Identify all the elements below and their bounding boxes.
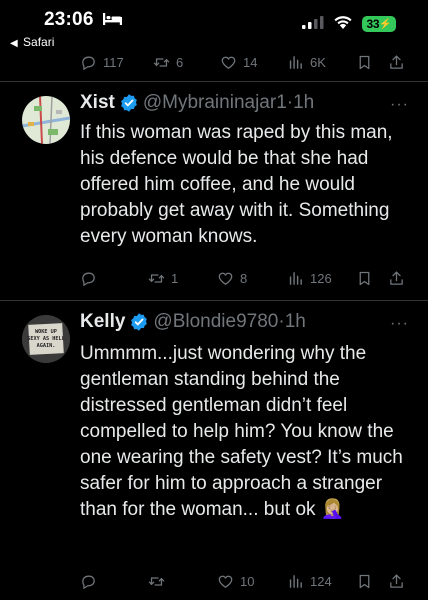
views-icon [289, 55, 302, 69]
retweet-count: 6 [176, 54, 184, 70]
reply-button[interactable] [80, 571, 103, 591]
avatar[interactable]: WOKE UP SEXY AS HELL AGAIN. [22, 315, 70, 363]
more-options-icon[interactable]: ··· [390, 315, 409, 333]
status-bar: 23:06 ◀ Safari 33 ⚡ [0, 0, 428, 52]
tweet-header: Xist @Mybraininajar1 · 1h [80, 92, 314, 114]
retweet-button[interactable] [148, 571, 171, 591]
battery-level: 33 [366, 17, 380, 31]
avatar-image: WOKE UP SEXY AS HELL AGAIN. [22, 315, 70, 363]
battery-indicator: 33 ⚡ [362, 16, 396, 32]
tweet-xist[interactable]: Xist @Mybraininajar1 · 1h ··· If this woma… [0, 82, 428, 300]
share-button[interactable] [388, 52, 411, 72]
tweet-text: Ummmm...just wondering why the gentleman… [80, 343, 403, 520]
bookmark-icon [359, 55, 370, 69]
previous-tweet-actions: 117 6 14 6K [80, 52, 410, 72]
tweet-kelly[interactable]: WOKE UP SEXY AS HELL AGAIN. Kelly @Blond… [0, 301, 428, 600]
views-count: 6K [310, 54, 326, 70]
back-to-app-link[interactable]: ◀ Safari [10, 35, 54, 49]
avatar[interactable] [22, 96, 70, 144]
views-count: 126 [310, 270, 332, 286]
signal-icon [302, 16, 324, 29]
clock: 23:06 [44, 9, 94, 30]
tweet-text: If this woman was raped by this man, his… [80, 122, 393, 247]
back-app-label: Safari [23, 35, 55, 49]
like-button[interactable]: 10 [217, 571, 254, 591]
bookmark-button[interactable] [356, 268, 379, 288]
handle[interactable]: @Blondie9780 [153, 311, 278, 333]
views-button[interactable]: 6K [287, 52, 326, 72]
views-icon [289, 574, 302, 588]
views-icon [289, 271, 302, 285]
tweet-actions: 1 8 126 [80, 268, 410, 288]
share-icon [390, 573, 403, 588]
avatar-text-line-2: SEXY AS HELL [27, 336, 64, 342]
display-name[interactable]: Kelly [80, 311, 125, 333]
display-name[interactable]: Xist [80, 92, 115, 114]
heart-icon [218, 272, 233, 285]
like-count: 8 [240, 270, 248, 286]
reply-count: 117 [103, 54, 124, 70]
retweet-icon [148, 273, 165, 283]
reply-button[interactable]: 117 [80, 52, 124, 72]
wifi-icon [334, 16, 352, 29]
avatar-text-line-3: AGAIN. [37, 343, 56, 349]
heart-icon [218, 575, 233, 588]
bookmark-button[interactable] [356, 571, 379, 591]
verified-badge-icon [121, 94, 137, 112]
bookmark-icon [359, 271, 370, 285]
retweet-button[interactable]: 6 [153, 52, 183, 72]
views-button[interactable]: 124 [287, 571, 332, 591]
heart-icon [221, 56, 236, 69]
views-button[interactable]: 126 [287, 268, 332, 288]
share-icon [390, 54, 403, 69]
share-button[interactable] [388, 571, 411, 591]
reply-icon [82, 56, 95, 70]
bookmark-icon [359, 574, 370, 588]
reply-icon [82, 575, 95, 589]
handle[interactable]: @Mybraininajar1 [143, 92, 287, 114]
verified-badge-icon [131, 313, 148, 331]
timestamp[interactable]: 1h [285, 311, 306, 333]
avatar-map-image [22, 96, 70, 144]
share-icon [390, 270, 403, 285]
retweet-button[interactable]: 1 [148, 268, 178, 288]
reply-icon [82, 272, 95, 286]
retweet-icon [153, 57, 170, 67]
timestamp[interactable]: 1h [293, 92, 314, 114]
reply-button[interactable] [80, 268, 103, 288]
retweet-count: 1 [171, 270, 179, 286]
avatar-text-line-1: WOKE UP [35, 329, 57, 335]
more-options-icon[interactable]: ··· [390, 96, 409, 114]
like-count: 10 [240, 573, 255, 589]
like-count: 14 [243, 54, 258, 70]
back-arrow-icon: ◀ [10, 38, 18, 49]
tweet-header: Kelly @Blondie9780 · 1h [80, 311, 306, 333]
bookmark-button[interactable] [356, 52, 379, 72]
like-button[interactable]: 14 [220, 52, 257, 72]
retweet-icon [148, 576, 165, 586]
views-count: 124 [310, 573, 332, 589]
like-button[interactable]: 8 [217, 268, 247, 288]
share-button[interactable] [388, 268, 411, 288]
sleep-focus-icon [103, 13, 122, 25]
tweet-actions: 10 124 [80, 571, 410, 591]
